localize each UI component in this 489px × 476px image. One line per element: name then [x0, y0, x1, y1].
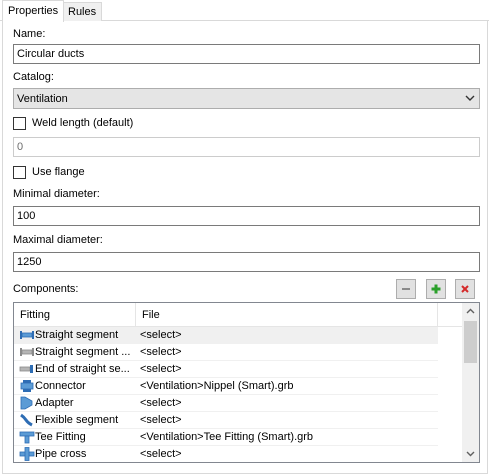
column-header-empty	[438, 303, 463, 327]
straight-segment-gray-icon	[20, 348, 34, 356]
table-header: Fitting File	[14, 303, 463, 327]
weld-length-input[interactable]: 0	[13, 137, 480, 157]
table-row[interactable]: Tee Fitting <Ventilation>Tee Fitting (Sm…	[14, 429, 438, 446]
chevron-down-icon	[465, 95, 475, 101]
file-cell[interactable]: <select>	[140, 447, 182, 461]
column-header-fitting[interactable]: Fitting	[14, 303, 136, 327]
fitting-name: Straight segment	[35, 329, 119, 341]
name-label: Name:	[13, 28, 46, 40]
flexible-segment-icon	[20, 413, 33, 427]
weld-length-checkbox-box[interactable]	[13, 117, 26, 130]
connector-icon	[20, 380, 34, 392]
file-cell[interactable]: <select>	[140, 362, 182, 376]
delete-component-button[interactable]	[455, 279, 475, 299]
fitting-name: Pipe cross	[35, 448, 87, 460]
plus-icon	[431, 284, 441, 294]
fitting-name: Flexible segment	[35, 414, 119, 426]
tee-fitting-icon	[19, 431, 35, 444]
tab-strip: Properties Rules	[0, 0, 489, 22]
max-diameter-label: Maximal diameter:	[13, 234, 103, 246]
tab-properties[interactable]: Properties	[2, 0, 65, 22]
weld-length-label: Weld length (default)	[32, 117, 134, 129]
file-cell[interactable]: <select>	[140, 396, 182, 410]
properties-panel: Name: Circular ducts Catalog: Ventilatio…	[2, 21, 488, 474]
min-diameter-label: Minimal diameter:	[13, 188, 100, 200]
vertical-scrollbar[interactable]	[462, 303, 479, 462]
straight-segment-icon	[20, 331, 34, 339]
table-row[interactable]: End of straight se... <select>	[14, 361, 438, 378]
close-icon	[461, 285, 469, 293]
scroll-up-icon[interactable]	[462, 303, 479, 320]
table-row[interactable]: Pipe cross <select>	[14, 446, 438, 462]
file-cell[interactable]: <select>	[140, 413, 182, 427]
max-diameter-input[interactable]: 1250	[13, 252, 480, 272]
file-cell[interactable]: <Ventilation>Tee Fitting (Smart).grb	[140, 430, 313, 444]
table-row[interactable]: Straight segment <select>	[14, 327, 438, 344]
table-row[interactable]: Adapter <select>	[14, 395, 438, 412]
tab-rules[interactable]: Rules	[62, 2, 103, 21]
name-input[interactable]: Circular ducts	[13, 44, 480, 64]
fitting-name: Tee Fitting	[35, 431, 86, 443]
min-diameter-input[interactable]: 100	[13, 206, 480, 226]
end-straight-segment-icon	[19, 365, 33, 373]
file-cell[interactable]: <select>	[140, 345, 182, 359]
catalog-select[interactable]: Ventilation	[13, 88, 480, 109]
pipe-cross-icon	[19, 447, 35, 461]
column-header-file[interactable]: File	[136, 303, 438, 327]
fitting-name: Straight segment ...	[35, 346, 131, 358]
fitting-name: Connector	[35, 380, 86, 392]
add-component-button[interactable]	[426, 279, 446, 299]
table-row[interactable]: Connector <Ventilation>Nippel (Smart).gr…	[14, 378, 438, 395]
catalog-select-value: Ventilation	[17, 93, 68, 105]
table-body: Straight segment <select> Straight segme…	[14, 327, 438, 462]
use-flange-label: Use flange	[32, 166, 85, 178]
table-row[interactable]: Straight segment ... <select>	[14, 344, 438, 361]
fitting-name: Adapter	[35, 397, 74, 409]
minus-icon	[402, 288, 410, 290]
components-table[interactable]: Fitting File Straight segment <select> S…	[13, 302, 480, 463]
remove-component-button[interactable]	[396, 279, 416, 299]
scroll-down-icon[interactable]	[462, 445, 479, 462]
components-label: Components:	[13, 283, 79, 295]
adapter-icon	[20, 396, 33, 410]
use-flange-checkbox-box[interactable]	[13, 166, 26, 179]
file-cell[interactable]: <Ventilation>Nippel (Smart).grb	[140, 379, 293, 393]
file-cell[interactable]: <select>	[140, 328, 182, 342]
fitting-name: End of straight se...	[35, 363, 130, 375]
table-row[interactable]: Flexible segment <select>	[14, 412, 438, 429]
scrollbar-thumb[interactable]	[464, 321, 477, 363]
catalog-label: Catalog:	[13, 71, 54, 83]
